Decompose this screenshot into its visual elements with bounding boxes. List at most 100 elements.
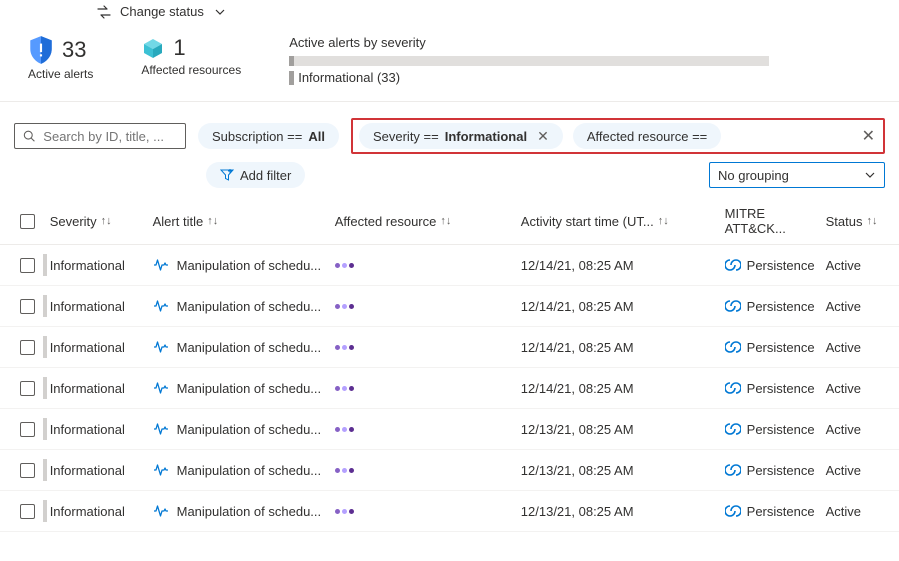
persistence-icon <box>725 503 741 519</box>
add-filter-label: Add filter <box>240 168 291 183</box>
pill-label: Subscription == <box>212 129 302 144</box>
resource-icon <box>335 345 354 350</box>
pill-value: All <box>308 129 325 144</box>
activity-icon <box>153 340 169 354</box>
sort-icon: ↑↓ <box>658 215 669 227</box>
shield-icon <box>28 35 54 65</box>
severity-indicator <box>43 459 47 481</box>
sort-icon: ↑↓ <box>866 215 877 227</box>
severity-indicator <box>43 336 47 358</box>
cell-severity: Informational <box>50 299 153 314</box>
search-icon <box>23 129 35 143</box>
col-title[interactable]: Alert title↑↓ <box>153 214 335 229</box>
select-all-checkbox[interactable] <box>20 214 35 229</box>
cell-severity: Informational <box>50 504 153 519</box>
resource-icon <box>335 427 354 432</box>
persistence-icon <box>725 257 741 273</box>
cell-time: 12/14/21, 08:25 AM <box>521 258 725 273</box>
cell-title: Manipulation of schedu... <box>153 299 335 314</box>
table-row[interactable]: Informational Manipulation of schedu... … <box>0 450 899 491</box>
table-row[interactable]: Informational Manipulation of schedu... … <box>0 245 899 286</box>
severity-block: Active alerts by severity Informational … <box>289 35 879 85</box>
table-row[interactable]: Informational Manipulation of schedu... … <box>0 286 899 327</box>
cell-resource <box>335 263 521 268</box>
activity-icon <box>153 299 169 313</box>
cell-status: Active <box>826 504 885 519</box>
persistence-icon <box>725 380 741 396</box>
activity-icon <box>153 504 169 518</box>
cell-title: Manipulation of schedu... <box>153 422 335 437</box>
severity-chip-informational <box>289 71 294 85</box>
filter-pill-resource[interactable]: Affected resource == <box>573 123 721 149</box>
affected-resources-label: Affected resources <box>141 63 241 77</box>
row-checkbox[interactable] <box>20 381 35 396</box>
row-checkbox[interactable] <box>20 340 35 355</box>
activity-icon <box>153 258 169 272</box>
search-box[interactable] <box>14 123 186 149</box>
col-resource[interactable]: Affected resource↑↓ <box>335 214 521 229</box>
cell-title: Manipulation of schedu... <box>153 258 335 273</box>
add-filter-button[interactable]: Add filter <box>206 162 305 188</box>
grouping-select[interactable]: No grouping <box>709 162 885 188</box>
persistence-icon <box>725 421 741 437</box>
col-mitre[interactable]: MITRE ATT&CK... <box>725 206 826 236</box>
cell-mitre: Persistence <box>725 462 826 478</box>
col-severity[interactable]: Severity↑↓ <box>50 214 153 229</box>
row-checkbox[interactable] <box>20 463 35 478</box>
cell-time: 12/14/21, 08:25 AM <box>521 299 725 314</box>
cell-title: Manipulation of schedu... <box>153 463 335 478</box>
chevron-down-icon <box>864 169 876 181</box>
row-checkbox[interactable] <box>20 504 35 519</box>
cell-severity: Informational <box>50 340 153 355</box>
close-icon[interactable]: ✕ <box>537 128 549 145</box>
cell-mitre: Persistence <box>725 298 826 314</box>
row-checkbox[interactable] <box>20 422 35 437</box>
persistence-icon <box>725 462 741 478</box>
activity-icon <box>153 381 169 395</box>
cell-severity: Informational <box>50 463 153 478</box>
search-input[interactable] <box>41 128 177 145</box>
cell-resource <box>335 468 521 473</box>
cell-severity: Informational <box>50 258 153 273</box>
table-row[interactable]: Informational Manipulation of schedu... … <box>0 409 899 450</box>
table-row[interactable]: Informational Manipulation of schedu... … <box>0 491 899 532</box>
cell-time: 12/13/21, 08:25 AM <box>521 463 725 478</box>
cell-resource <box>335 427 521 432</box>
pill-value: Informational <box>445 129 527 144</box>
cell-title: Manipulation of schedu... <box>153 340 335 355</box>
table-row[interactable]: Informational Manipulation of schedu... … <box>0 368 899 409</box>
row-checkbox[interactable] <box>20 299 35 314</box>
cell-mitre: Persistence <box>725 339 826 355</box>
cube-icon <box>141 36 165 60</box>
filter-pill-severity[interactable]: Severity == Informational ✕ <box>359 123 563 149</box>
row-checkbox[interactable] <box>20 258 35 273</box>
severity-indicator <box>43 377 47 399</box>
close-icon[interactable]: ✕ <box>862 126 875 146</box>
cell-status: Active <box>826 258 885 273</box>
activity-icon <box>153 422 169 436</box>
active-alerts-label: Active alerts <box>28 67 93 81</box>
cell-time: 12/14/21, 08:25 AM <box>521 340 725 355</box>
table-row[interactable]: Informational Manipulation of schedu... … <box>0 327 899 368</box>
severity-breakdown: Informational (33) <box>289 70 879 85</box>
persistence-icon <box>725 339 741 355</box>
col-time[interactable]: Activity start time (UT...↑↓ <box>521 214 725 229</box>
change-status-button[interactable]: Change status <box>120 4 204 19</box>
chevron-down-icon <box>214 6 226 18</box>
cell-title: Manipulation of schedu... <box>153 504 335 519</box>
cell-mitre: Persistence <box>725 421 826 437</box>
filter-row-2: Add filter No grouping <box>0 158 899 198</box>
sort-icon: ↑↓ <box>101 215 112 227</box>
severity-bar <box>289 56 769 66</box>
cell-resource <box>335 509 521 514</box>
col-status[interactable]: Status↑↓ <box>826 214 885 229</box>
cell-mitre: Persistence <box>725 503 826 519</box>
cell-resource <box>335 304 521 309</box>
filter-pill-subscription[interactable]: Subscription == All <box>198 123 339 149</box>
persistence-icon <box>725 298 741 314</box>
severity-indicator <box>43 418 47 440</box>
cell-status: Active <box>826 381 885 396</box>
resource-icon <box>335 386 354 391</box>
severity-title: Active alerts by severity <box>289 35 879 50</box>
active-alerts-count: 33 <box>62 37 86 63</box>
